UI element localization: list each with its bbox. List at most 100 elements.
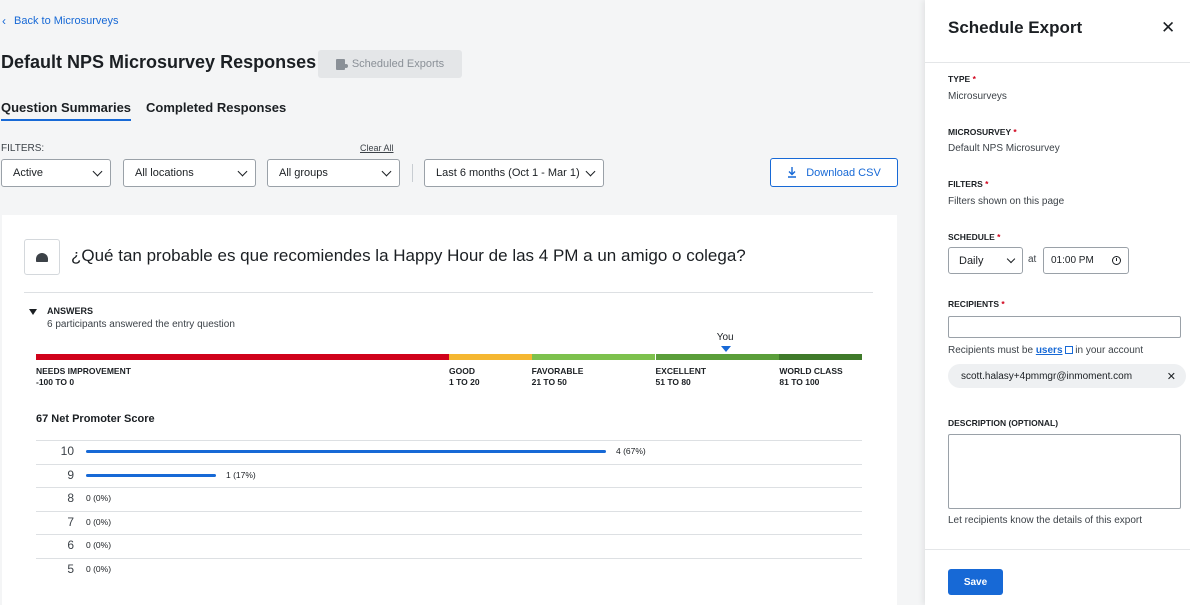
chevron-left-icon: ‹: [2, 14, 6, 28]
nps-segment-name: FAVORABLE: [531, 366, 584, 376]
recipients-label: RECIPIENTS *: [948, 299, 1005, 309]
schedule-time-input[interactable]: 01:00 PM: [1043, 247, 1129, 274]
status-filter-value: Active: [13, 167, 43, 179]
chart-gridline: [36, 487, 862, 488]
chart-gridline: [36, 557, 862, 559]
recipients-help-pre: Recipients must be: [948, 345, 1034, 356]
recipient-chip: scott.halasy+4pmmgr@inmoment.com ✕: [948, 364, 1186, 388]
schedule-frequency-value: Daily: [959, 254, 984, 267]
required-mark: *: [997, 232, 1001, 242]
microsurvey-label: MICROSURVEY *: [948, 127, 1017, 137]
description-label: DESCRIPTION (OPTIONAL): [948, 418, 1059, 428]
page-title: Default NPS Microsurvey Responses: [1, 52, 317, 72]
download-icon: [788, 167, 797, 178]
tab-completed-responses[interactable]: Completed Responses: [146, 100, 286, 121]
chevron-down-icon: [1006, 254, 1016, 263]
clock-icon[interactable]: [1112, 256, 1121, 265]
nps-segment-bar: [531, 354, 656, 360]
question-type-icon-box: [24, 239, 60, 275]
save-button[interactable]: Save: [948, 569, 1003, 595]
chart-value-label: 4 (67%): [616, 446, 646, 456]
nps-segment-range: -100 TO 0: [36, 377, 75, 387]
nps-score: 67 Net Promoter Score: [36, 413, 155, 425]
users-link[interactable]: users: [1036, 345, 1063, 356]
drawer-header-divider: [925, 62, 1190, 63]
chart-category-label: 5: [67, 561, 74, 576]
chart-value-label: 0 (0%): [86, 493, 112, 503]
filters-label: FILTERS:: [1, 143, 45, 154]
nps-segment-name: EXCELLENT: [655, 366, 707, 376]
nps-segment-bar: [449, 354, 532, 360]
schedule-export-drawer: Schedule Export ✕ TYPE * Microsurveys MI…: [925, 0, 1190, 605]
recipients-input[interactable]: [948, 316, 1181, 338]
chart-category-label: 7: [67, 514, 74, 529]
schedule-frequency-select[interactable]: Daily: [948, 247, 1023, 274]
location-filter-select[interactable]: All locations: [123, 159, 256, 187]
card-divider: [24, 292, 873, 293]
nps-segment-range: 81 TO 100: [779, 377, 820, 387]
chevron-down-icon: [237, 166, 248, 176]
schedule-label-text: SCHEDULE: [948, 232, 995, 242]
nps-segment-label: FAVORABLE 21 TO 50: [532, 366, 584, 388]
nps-segment-bar: [655, 354, 780, 360]
group-filter-select[interactable]: All groups: [267, 159, 400, 187]
type-value: Microsurveys: [948, 91, 1007, 102]
chart-gridline: [36, 534, 862, 535]
close-icon[interactable]: ✕: [1161, 18, 1175, 38]
filter-divider: [412, 164, 413, 182]
download-csv-label: Download CSV: [806, 166, 881, 179]
remove-recipient-icon[interactable]: ✕: [1167, 370, 1176, 383]
microsurvey-value: Default NPS Microsurvey: [948, 143, 1060, 154]
scheduled-exports-button[interactable]: Scheduled Exports: [318, 50, 462, 78]
nps-segment-name: WORLD CLASS: [779, 366, 843, 376]
chevron-down-icon: [381, 166, 392, 176]
recipients-help-post: in your account: [1075, 345, 1144, 356]
answers-title: ANSWERS: [47, 306, 94, 316]
chart-bar: [86, 473, 216, 477]
schedule-time-value: 01:00 PM: [1051, 255, 1094, 266]
chevron-down-icon: [92, 166, 103, 176]
chart-value-label: 1 (17%): [226, 469, 256, 480]
drawer-title: Schedule Export: [948, 18, 1083, 37]
nps-segment-range: 51 TO 80: [655, 377, 691, 387]
nps-segment-range: 1 TO 20: [449, 377, 480, 387]
back-link[interactable]: ‹ Back to Microsurveys: [2, 14, 119, 28]
description-textarea[interactable]: [948, 434, 1181, 509]
description-help: Let recipients know the details of this …: [948, 515, 1142, 526]
microsurvey-label-text: MICROSURVEY: [948, 127, 1011, 137]
clear-all-link[interactable]: Clear All: [360, 143, 394, 153]
group-filter-value: All groups: [279, 167, 328, 179]
chart-value-label: 0 (0%): [86, 540, 112, 550]
chart-bar: [86, 450, 606, 453]
question-summary-card: ¿Qué tan probable es que recomiendes la …: [2, 215, 897, 605]
document-clock-icon: [335, 58, 348, 70]
status-filter-select[interactable]: Active: [1, 159, 111, 187]
answers-subtitle: 6 participants answered the entry questi…: [47, 319, 235, 330]
date-range-select[interactable]: Last 6 months (Oct 1 - Mar 1): [424, 159, 604, 187]
nps-segment-range: 21 TO 50: [531, 377, 567, 387]
chart-gridline: [36, 440, 862, 441]
chart-value-label: 0 (0%): [86, 563, 112, 574]
chart-gridline: [36, 463, 862, 465]
back-link-label: Back to Microsurveys: [14, 15, 119, 27]
nps-segment-name: NEEDS IMPROVEMENT: [36, 366, 131, 376]
caret-down-icon[interactable]: [29, 309, 37, 315]
recipients-help: Recipients must be users in your account: [948, 345, 1143, 356]
drawer-footer-divider: [925, 549, 1190, 550]
recipients-label-text: RECIPIENTS: [948, 299, 1000, 309]
nps-segment-bar: [779, 354, 862, 360]
tab-question-summaries[interactable]: Question Summaries: [1, 100, 132, 121]
gauge-icon: [36, 252, 48, 262]
question-text: ¿Qué tan probable es que recomiendes la …: [71, 246, 746, 265]
chart-category-label: 10: [60, 444, 74, 458]
download-csv-button[interactable]: Download CSV: [770, 158, 898, 187]
tab-bar: Question Summaries Completed Responses: [1, 100, 286, 121]
type-label-text: TYPE: [948, 74, 971, 84]
you-marker-arrow: [720, 346, 731, 352]
scheduled-exports-label: Scheduled Exports: [351, 58, 445, 70]
nps-segment-label: NEEDS IMPROVEMENT -100 TO 0: [36, 366, 131, 388]
schedule-label: SCHEDULE *: [948, 232, 1000, 242]
chart-category-label: 9: [67, 467, 74, 482]
nps-segment-label: EXCELLENT 51 TO 80: [656, 366, 707, 388]
chevron-down-icon: [585, 166, 596, 176]
